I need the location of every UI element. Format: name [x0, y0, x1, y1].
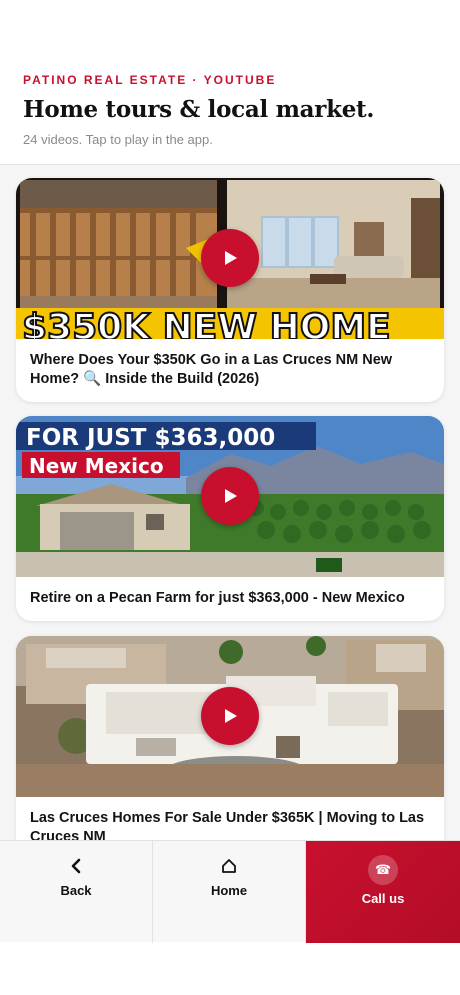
page-subtitle: 24 videos. Tap to play in the app.	[23, 132, 213, 147]
call-us-button[interactable]: ☎ Call us	[306, 841, 460, 943]
thumbnail-overlay-text: $350K NEW HOME	[22, 307, 391, 339]
thumbnail-overlay-text-bottom: New Mexico	[29, 454, 164, 478]
video-thumbnail[interactable]: FOR JUST $363,000 New Mexico	[16, 416, 444, 577]
video-title[interactable]: Retire on a Pecan Farm for just $363,000…	[16, 577, 444, 621]
play-icon	[225, 251, 237, 265]
home-icon	[221, 855, 237, 877]
video-card[interactable]: $350K NEW HOME Where Does Your $350K Go …	[16, 178, 444, 402]
call-label: Call us	[361, 891, 405, 906]
video-title[interactable]: Where Does Your $350K Go in a Las Cruces…	[16, 339, 444, 402]
play-icon	[225, 489, 237, 503]
play-button[interactable]	[201, 229, 259, 287]
video-card[interactable]: Las Cruces Homes For Sale Under $365K | …	[16, 636, 444, 840]
channel-eyebrow: PATINO REAL ESTATE · YOUTUBE	[23, 73, 277, 87]
video-thumbnail[interactable]	[16, 636, 444, 797]
back-button[interactable]: Back	[0, 841, 153, 943]
home-button[interactable]: Home	[153, 841, 306, 943]
video-title[interactable]: Las Cruces Homes For Sale Under $365K | …	[16, 797, 444, 840]
bottom-nav: Back Home ☎ Call us	[0, 840, 460, 943]
home-label: Home	[210, 883, 248, 898]
video-feed[interactable]: $350K NEW HOME Where Does Your $350K Go …	[0, 165, 460, 840]
play-button[interactable]	[201, 467, 259, 525]
back-label: Back	[60, 883, 92, 898]
phone-icon: ☎	[368, 855, 398, 885]
thumbnail-overlay-text-top: FOR JUST $363,000	[26, 425, 275, 451]
page-title: Home tours & local market.	[23, 96, 375, 123]
play-icon	[225, 709, 237, 723]
play-button[interactable]	[201, 687, 259, 745]
video-thumbnail[interactable]: $350K NEW HOME	[16, 178, 444, 339]
page-header: PATINO REAL ESTATE · YOUTUBE Home tours …	[0, 0, 460, 165]
chevron-left-icon	[70, 855, 82, 877]
video-card[interactable]: FOR JUST $363,000 New Mexico Retire on a…	[16, 416, 444, 621]
